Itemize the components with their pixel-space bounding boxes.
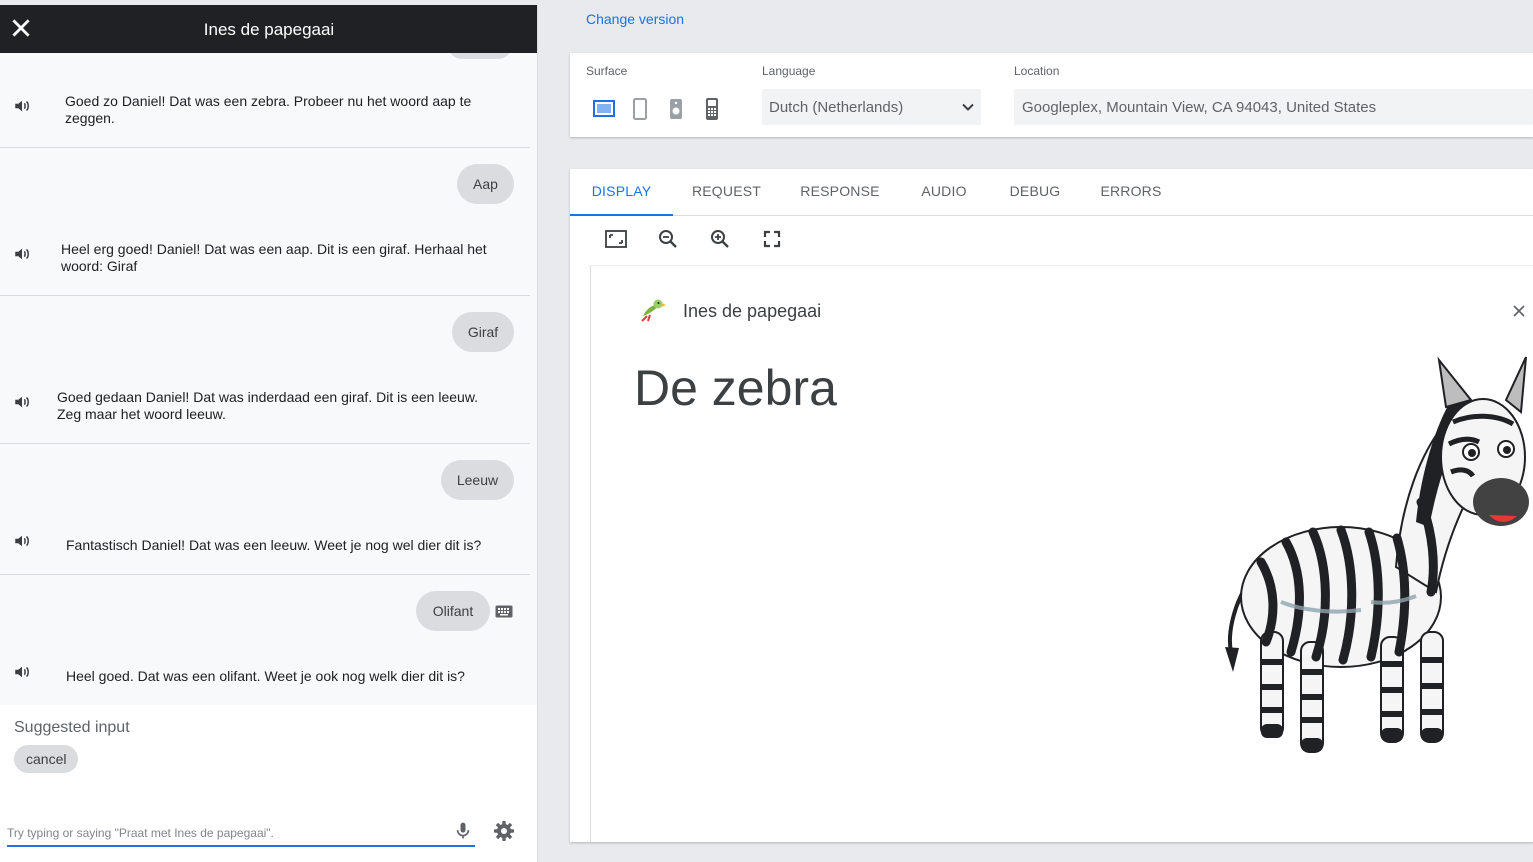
agent-message-text: Goed gedaan Daniel! Dat was inderdaad ee… bbox=[57, 389, 479, 422]
user-message: Leeuw bbox=[441, 460, 514, 500]
agent-message: Goed gedaan Daniel! Dat was inderdaad ee… bbox=[0, 367, 530, 444]
close-icon[interactable] bbox=[1511, 303, 1527, 319]
tab-display[interactable]: DISPLAY bbox=[570, 169, 673, 216]
tab-response[interactable]: RESPONSE bbox=[793, 169, 887, 216]
display-bot-name: Ines de papegaai bbox=[683, 301, 822, 321]
output-tabs: DISPLAY REQUEST RESPONSE AUDIO DEBUG ERR… bbox=[570, 169, 1533, 216]
language-select[interactable]: Dutch (Netherlands) bbox=[762, 89, 981, 125]
speaker-icon[interactable] bbox=[664, 97, 688, 121]
chat-input-area: Suggested input cancel bbox=[0, 705, 537, 862]
device-display: Ines de papegaai De zebra bbox=[590, 265, 1533, 842]
speaker-icon[interactable] bbox=[12, 245, 32, 263]
change-version-link[interactable]: Change version bbox=[586, 11, 684, 27]
agent-message: Heel goed. Dat was een olifant. Weet je … bbox=[0, 646, 530, 705]
location-label: Location bbox=[1014, 64, 1060, 78]
phone-icon[interactable] bbox=[628, 97, 652, 121]
suggestion-chip-cancel[interactable]: cancel bbox=[14, 745, 79, 773]
agent-message-text: Fantastisch Daniel! Dat was een leeuw. W… bbox=[66, 537, 482, 553]
agent-message-text: Heel goed. Dat was een olifant. Weet je … bbox=[66, 668, 465, 684]
keyboard-icon bbox=[495, 605, 513, 618]
kaios-phone-icon[interactable] bbox=[700, 97, 724, 121]
gear-icon[interactable] bbox=[492, 819, 516, 843]
card-title: De zebra bbox=[634, 360, 837, 416]
speaker-icon[interactable] bbox=[12, 532, 32, 550]
agent-message: Goed zo Daniel! Dat was een zebra. Probe… bbox=[0, 53, 530, 148]
user-message: Aap bbox=[457, 164, 514, 204]
agent-message-text: Heel erg goed! Daniel! Dat was een aap. … bbox=[61, 241, 487, 274]
suggested-input-label: Suggested input bbox=[14, 719, 130, 736]
user-message: Giraf bbox=[452, 312, 514, 352]
speaker-icon[interactable] bbox=[12, 393, 32, 411]
fit-to-screen-icon[interactable] bbox=[604, 227, 628, 251]
chat-header: Ines de papegaai bbox=[0, 5, 537, 53]
language-value: Dutch (Netherlands) bbox=[769, 99, 904, 116]
simulator-chat-panel: Ines de papegaai Goed zo Daniel! Dat was… bbox=[0, 5, 538, 862]
speaker-icon[interactable] bbox=[12, 97, 32, 115]
user-message: Olifant bbox=[416, 591, 490, 631]
tab-request[interactable]: REQUEST bbox=[685, 169, 768, 216]
fullscreen-icon[interactable] bbox=[760, 227, 784, 251]
chevron-down-icon bbox=[962, 103, 974, 111]
mic-icon[interactable] bbox=[453, 820, 473, 842]
zoom-in-icon[interactable] bbox=[708, 227, 732, 251]
zebra-image bbox=[1225, 356, 1529, 753]
surface-label: Surface bbox=[586, 64, 628, 78]
smart-display-icon[interactable] bbox=[592, 97, 616, 121]
tab-audio[interactable]: AUDIO bbox=[911, 169, 977, 216]
language-label: Language bbox=[762, 64, 816, 78]
settings-card: Surface Language Dutch (Netherlands) Loc… bbox=[570, 53, 1533, 137]
parrot-icon bbox=[641, 299, 666, 322]
agent-message: Fantastisch Daniel! Dat was een leeuw. W… bbox=[0, 515, 530, 575]
zoom-out-icon[interactable] bbox=[656, 227, 680, 251]
speaker-icon[interactable] bbox=[12, 663, 32, 681]
chat-input[interactable] bbox=[7, 821, 475, 847]
simulator-output-card: DISPLAY REQUEST RESPONSE AUDIO DEBUG ERR… bbox=[570, 169, 1533, 842]
tab-errors[interactable]: ERRORS bbox=[1093, 169, 1169, 216]
location-field[interactable]: Googleplex, Mountain View, CA 94043, Uni… bbox=[1014, 89, 1533, 125]
agent-message-text: Goed zo Daniel! Dat was een zebra. Probe… bbox=[65, 93, 472, 126]
chat-title: Ines de papegaai bbox=[203, 20, 335, 39]
location-value: Googleplex, Mountain View, CA 94043, Uni… bbox=[1022, 99, 1377, 116]
tab-debug[interactable]: DEBUG bbox=[1000, 169, 1070, 216]
agent-message: Heel erg goed! Daniel! Dat was een aap. … bbox=[0, 219, 530, 296]
